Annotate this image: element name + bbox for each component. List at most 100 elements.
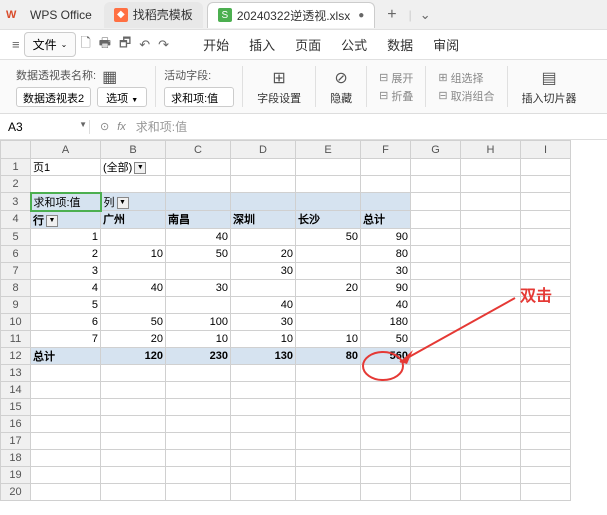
cell[interactable]: 40 xyxy=(231,296,296,313)
cell[interactable]: 230 xyxy=(166,347,231,364)
cell[interactable]: 40 xyxy=(361,296,411,313)
cell[interactable]: 5 xyxy=(31,296,101,313)
cell[interactable]: 120 xyxy=(101,347,166,364)
cell[interactable]: 行▼ xyxy=(31,211,101,229)
row-header[interactable]: 9 xyxy=(1,296,31,313)
dropdown-icon[interactable]: ▼ xyxy=(117,197,129,209)
fx-icon[interactable]: fx xyxy=(117,121,126,133)
cell[interactable]: 广州 xyxy=(101,211,166,229)
cell[interactable]: 80 xyxy=(361,245,411,262)
cell[interactable]: 30 xyxy=(231,262,296,279)
row-header[interactable]: 8 xyxy=(1,279,31,296)
cell[interactable]: 10 xyxy=(166,330,231,347)
row-header[interactable]: 4 xyxy=(1,211,31,229)
cell[interactable]: 90 xyxy=(361,279,411,296)
cell[interactable]: 南昌 xyxy=(166,211,231,229)
cell[interactable] xyxy=(296,296,361,313)
active-field-input[interactable]: 求和项:值 xyxy=(164,87,234,107)
row-header[interactable]: 20 xyxy=(1,483,31,500)
cell[interactable]: 50 xyxy=(361,330,411,347)
formula-bar[interactable]: ⊙ fx 求和项:值 xyxy=(90,118,607,135)
cell[interactable]: 90 xyxy=(361,228,411,245)
new-tab-button[interactable]: + xyxy=(379,6,404,24)
dropdown-icon[interactable]: ▼ xyxy=(134,162,146,174)
cell[interactable]: 2 xyxy=(31,245,101,262)
pivot-table-icon[interactable]: ▦ xyxy=(102,67,117,87)
cell[interactable]: 10 xyxy=(296,330,361,347)
cell[interactable]: 列▼ xyxy=(101,193,166,211)
cell[interactable]: 100 xyxy=(166,313,231,330)
cell[interactable]: 20 xyxy=(296,279,361,296)
row-header[interactable]: 13 xyxy=(1,364,31,381)
row-header[interactable]: 15 xyxy=(1,398,31,415)
cell[interactable] xyxy=(166,262,231,279)
cell[interactable]: 50 xyxy=(101,313,166,330)
cell[interactable]: 30 xyxy=(166,279,231,296)
col-header-d[interactable]: D xyxy=(231,141,296,159)
close-icon[interactable]: ● xyxy=(358,10,364,21)
col-header-e[interactable]: E xyxy=(296,141,361,159)
row-header[interactable]: 7 xyxy=(1,262,31,279)
cell[interactable]: 1 xyxy=(31,228,101,245)
cell[interactable]: 页1 xyxy=(31,159,101,176)
cell-grand-total[interactable]: 560 xyxy=(361,347,411,364)
col-header-b[interactable]: B xyxy=(101,141,166,159)
cell[interactable]: (全部)▼ xyxy=(101,159,166,176)
insert-slicer-button[interactable]: ▤ 插入切片器 xyxy=(516,68,583,106)
col-header-a[interactable]: A xyxy=(31,141,101,159)
chevron-down-icon[interactable]: ▼ xyxy=(79,120,87,129)
cell[interactable]: 总计 xyxy=(31,347,101,364)
menu-start[interactable]: 开始 xyxy=(203,35,229,54)
cell[interactable]: 20 xyxy=(101,330,166,347)
cell[interactable]: 总计 xyxy=(361,211,411,229)
print-icon[interactable]: 🖶 xyxy=(99,34,111,56)
search-icon[interactable]: ⊙ xyxy=(100,120,109,133)
file-menu[interactable]: 文件 ⌄ xyxy=(24,32,77,57)
cell[interactable]: 40 xyxy=(166,228,231,245)
menu-icon[interactable]: ≡ xyxy=(12,37,20,52)
undo-icon[interactable]: ↶ xyxy=(139,37,150,53)
row-header[interactable]: 10 xyxy=(1,313,31,330)
col-header-c[interactable]: C xyxy=(166,141,231,159)
col-header-f[interactable]: F xyxy=(361,141,411,159)
cell[interactable] xyxy=(296,245,361,262)
cell[interactable]: 50 xyxy=(296,228,361,245)
cell[interactable] xyxy=(166,296,231,313)
col-header-h[interactable]: H xyxy=(461,141,521,159)
cell[interactable]: 30 xyxy=(231,313,296,330)
dropdown-icon[interactable]: ▼ xyxy=(46,215,58,227)
pivot-name-input[interactable]: 数据透视表2 xyxy=(16,87,91,107)
cell[interactable]: 130 xyxy=(231,347,296,364)
cell[interactable] xyxy=(101,296,166,313)
menu-page[interactable]: 页面 xyxy=(295,35,321,54)
menu-formula[interactable]: 公式 xyxy=(341,35,367,54)
cell[interactable]: 80 xyxy=(296,347,361,364)
menu-data[interactable]: 数据 xyxy=(387,35,413,54)
cell[interactable]: 3 xyxy=(31,262,101,279)
row-header[interactable]: 3 xyxy=(1,193,31,211)
cell[interactable]: 20 xyxy=(231,245,296,262)
cell[interactable]: 10 xyxy=(101,245,166,262)
cell[interactable] xyxy=(101,262,166,279)
cell[interactable]: 7 xyxy=(31,330,101,347)
hide-button[interactable]: ⊘ 隐藏 xyxy=(324,68,358,106)
cell-selected[interactable]: 求和项:值 xyxy=(31,193,101,211)
row-header[interactable]: 16 xyxy=(1,415,31,432)
cell[interactable]: 6 xyxy=(31,313,101,330)
cell-reference[interactable]: A3 ▼ xyxy=(0,120,90,134)
cell[interactable] xyxy=(231,279,296,296)
cell[interactable]: 50 xyxy=(166,245,231,262)
cell[interactable] xyxy=(296,313,361,330)
row-header[interactable]: 6 xyxy=(1,245,31,262)
menu-insert[interactable]: 插入 xyxy=(249,35,275,54)
select-all-corner[interactable] xyxy=(1,141,31,159)
cell[interactable] xyxy=(231,228,296,245)
save-icon[interactable]: 🗋 xyxy=(80,34,90,56)
cell[interactable]: 4 xyxy=(31,279,101,296)
cell[interactable]: 10 xyxy=(231,330,296,347)
spreadsheet-grid[interactable]: A B C D E F G H I 1 页1 (全部)▼ 2 3 求和项:值 列… xyxy=(0,140,607,501)
row-header[interactable]: 2 xyxy=(1,176,31,193)
menu-review[interactable]: 审阅 xyxy=(433,35,459,54)
cell[interactable] xyxy=(101,228,166,245)
cell[interactable]: 30 xyxy=(361,262,411,279)
